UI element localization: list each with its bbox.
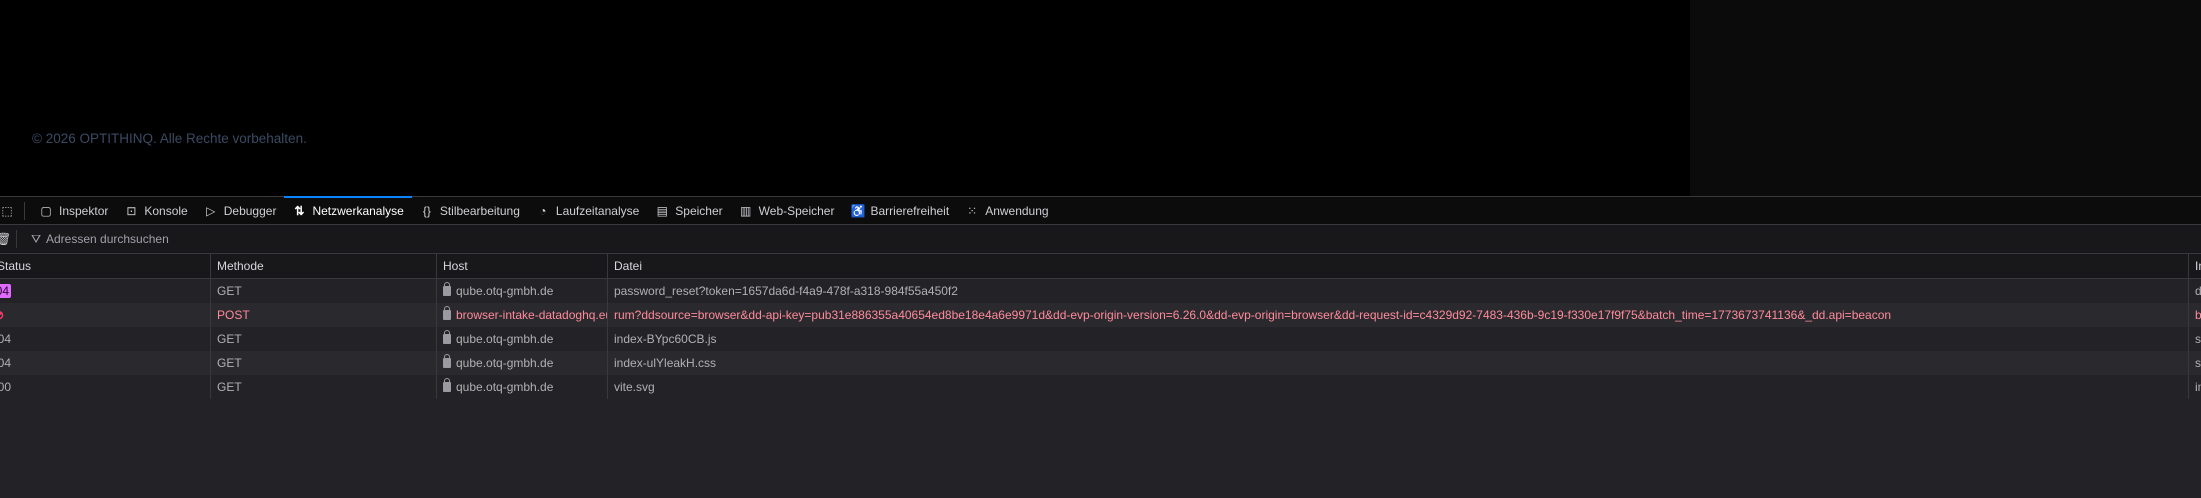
picker-icon: ⬚: [1, 203, 13, 218]
method-cell: GET: [210, 279, 436, 303]
accessibility-icon: ♿: [850, 203, 866, 218]
status-cell: 304: [0, 356, 12, 370]
tab-label: Konsole: [144, 203, 188, 218]
method-cell: GET: [210, 351, 436, 375]
table-row[interactable]: 200 GET qube.otq-gmbh.de vite.svg img: [0, 375, 2201, 399]
debugger-icon: ▷: [206, 203, 216, 218]
blocked-icon: ⊘: [0, 308, 4, 322]
status-cell: 200: [0, 380, 12, 394]
trash-icon[interactable]: 🗑: [0, 232, 11, 246]
file-cell: vite.svg: [607, 375, 2188, 399]
performance-icon: ◔: [539, 203, 547, 218]
request-table: Status Methode Host Datei Initiator 304 …: [0, 254, 2201, 399]
network-toolbar: 🗑 ⛛ Adressen durchsuchen: [0, 225, 2201, 254]
table-row[interactable]: 304 GET qube.otq-gmbh.de index-ulYleakH.…: [0, 351, 2201, 375]
filter-placeholder: Adressen durchsuchen: [46, 232, 169, 246]
file-cell: rum?ddsource=browser&dd-api-key=pub31e88…: [607, 303, 2188, 327]
memory-icon: ▤: [656, 203, 668, 218]
inspector-icon: ▢: [40, 203, 52, 218]
console-icon: ⊡: [126, 203, 137, 218]
divider: [24, 201, 25, 220]
tab-speicher[interactable]: ▤ Speicher: [647, 197, 730, 225]
divider: [16, 230, 17, 248]
tab-label: Speicher: [675, 203, 723, 218]
status-cell: 304: [0, 332, 12, 346]
lock-icon: [443, 282, 451, 296]
initiator-cell: beacon: [2188, 303, 2201, 327]
file-cell: index-ulYleakH.css: [607, 351, 2188, 375]
table-header: Status Methode Host Datei Initiator: [0, 254, 2201, 279]
application-icon: ⁙: [967, 203, 978, 218]
file-cell: index-BYpc60CB.js: [607, 327, 2188, 351]
network-icon: ⇅: [294, 203, 305, 218]
tab-web-speicher[interactable]: ▥ Web-Speicher: [731, 197, 843, 225]
table-row[interactable]: ⊘ POST browser-intake-datadoghq.eu rum?d…: [0, 303, 2201, 327]
tab-stilbearbeitung[interactable]: {} Stilbearbeitung: [412, 197, 528, 225]
tab-netzwerkanalyse[interactable]: ⇅ Netzwerkanalyse: [284, 195, 413, 225]
tab-label: Netzwerkanalyse: [312, 203, 404, 218]
element-picker-button[interactable]: ⬚: [0, 197, 18, 225]
column-header-initiator[interactable]: Initiator: [2188, 254, 2201, 278]
tab-label: Stilbearbeitung: [439, 203, 520, 218]
status-badge: 304: [0, 284, 12, 298]
initiator-cell: script: [2188, 327, 2201, 351]
tab-barrierefreiheit[interactable]: ♿ Barrierefreiheit: [842, 197, 957, 225]
tab-label: Laufzeitanalyse: [555, 203, 640, 218]
column-header-method[interactable]: Methode: [210, 254, 436, 278]
tab-label: Anwendung: [985, 203, 1049, 218]
host-cell: browser-intake-datadoghq.eu: [456, 308, 607, 322]
filter-icon: ⛛: [30, 231, 42, 246]
web-page: © 2026 OPTITHINQ. Alle Rechte vorbehalte…: [0, 0, 2201, 196]
page-footer: © 2026 OPTITHINQ. Alle Rechte vorbehalte…: [32, 131, 307, 146]
lock-icon: [443, 330, 451, 344]
page-content: [0, 0, 1690, 196]
tab-anwendung[interactable]: ⁙ Anwendung: [957, 197, 1056, 225]
tab-laufzeitanalyse[interactable]: ◔ Laufzeitanalyse: [528, 197, 647, 225]
host-cell: qube.otq-gmbh.de: [456, 284, 554, 298]
tab-konsole[interactable]: ⊡ Konsole: [116, 197, 195, 225]
lock-icon: [443, 354, 451, 368]
storage-icon: ▥: [739, 203, 752, 218]
file-cell: password_reset?token=1657da6d-f4a9-478f-…: [607, 279, 2188, 303]
method-cell: GET: [210, 375, 436, 399]
column-header-status[interactable]: Status: [0, 254, 210, 278]
host-cell: qube.otq-gmbh.de: [456, 380, 554, 394]
tab-label: Debugger: [223, 203, 277, 218]
tab-inspektor[interactable]: ▢ Inspektor: [31, 197, 116, 225]
host-cell: qube.otq-gmbh.de: [456, 356, 554, 370]
method-cell: POST: [210, 303, 436, 327]
method-cell: GET: [210, 327, 436, 351]
devtools-tab-bar: ⬚ ▢ Inspektor ⊡ Konsole ▷ Debugger ⇅ Netzwer…: [0, 195, 2201, 225]
column-header-file[interactable]: Datei: [607, 254, 2188, 278]
tab-label: Inspektor: [59, 203, 109, 218]
initiator-cell: stylesheet: [2188, 351, 2201, 375]
host-cell: qube.otq-gmbh.de: [456, 332, 554, 346]
initiator-cell: img: [2188, 375, 2201, 399]
tab-label: Web-Speicher: [758, 203, 835, 218]
initiator-cell: document: [2188, 279, 2201, 303]
lock-icon: [443, 306, 451, 320]
table-row[interactable]: 304 GET qube.otq-gmbh.de password_reset?…: [0, 279, 2201, 303]
table-row[interactable]: 304 GET qube.otq-gmbh.de index-BYpc60CB.…: [0, 327, 2201, 351]
tab-debugger[interactable]: ▷ Debugger: [196, 197, 285, 225]
style-editor-icon: {}: [422, 203, 431, 218]
url-filter-input[interactable]: ⛛ Adressen durchsuchen: [29, 232, 169, 247]
tab-label: Barrierefreiheit: [870, 203, 950, 218]
column-header-host[interactable]: Host: [436, 254, 607, 278]
lock-icon: [443, 378, 451, 392]
